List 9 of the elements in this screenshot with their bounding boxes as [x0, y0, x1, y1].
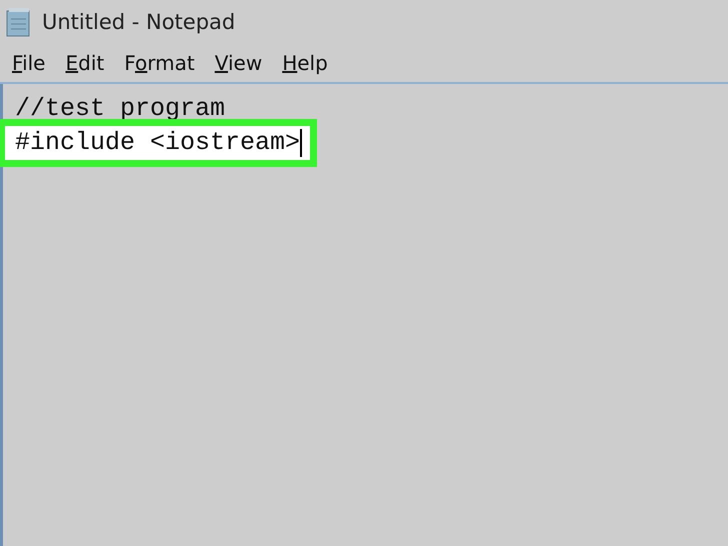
- menu-item[interactable]: Format: [116, 49, 203, 77]
- window-title: Untitled - Notepad: [42, 10, 236, 34]
- notepad-icon: [6, 7, 32, 37]
- menu-item[interactable]: View: [206, 49, 270, 77]
- menu-item[interactable]: Edit: [57, 49, 112, 77]
- code-line: #include <iostream>: [15, 127, 300, 159]
- menu-item[interactable]: Help: [274, 49, 336, 77]
- code-line: //test program: [15, 93, 226, 125]
- menu-item[interactable]: File: [4, 49, 54, 77]
